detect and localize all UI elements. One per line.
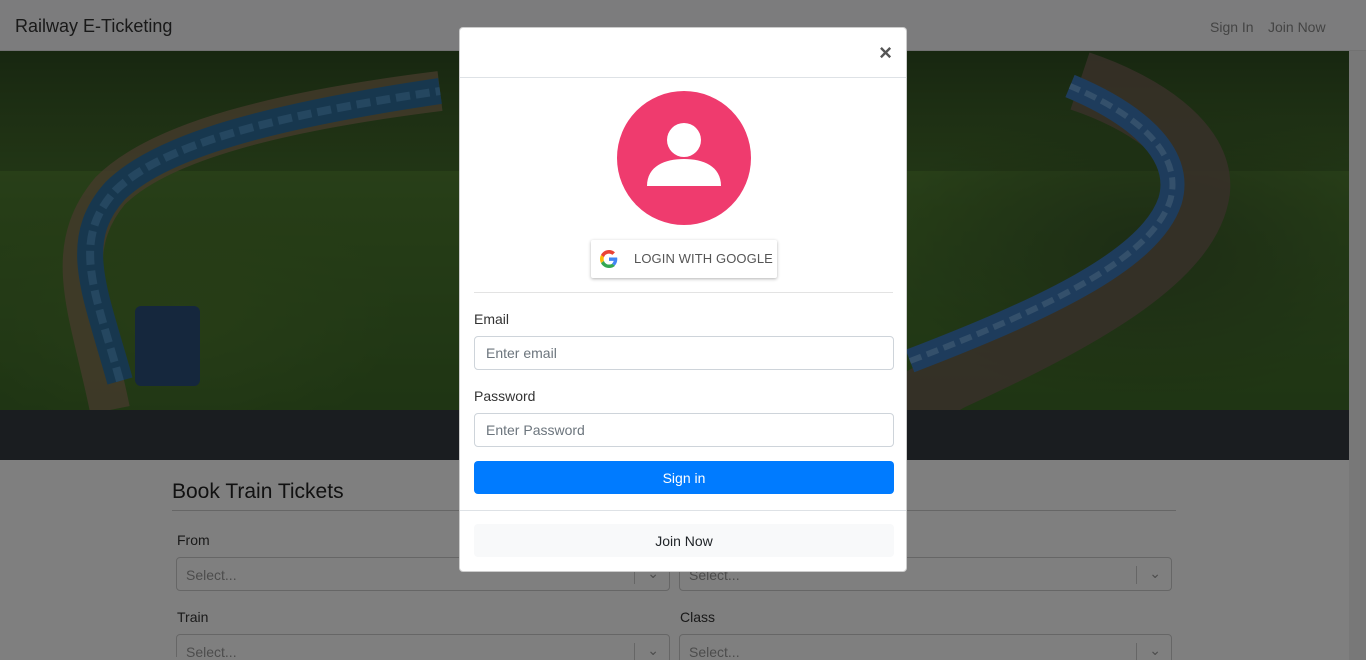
join-now-button[interactable]: Join Now [474, 524, 894, 557]
modal-divider [474, 292, 893, 293]
email-field[interactable] [474, 336, 894, 370]
google-login-label: LOGIN WITH GOOGLE [634, 251, 773, 266]
google-login-button[interactable]: LOGIN WITH GOOGLE [591, 240, 777, 278]
modal-footer-divider [460, 510, 906, 511]
user-icon [647, 123, 721, 186]
close-icon[interactable]: × [879, 42, 892, 64]
google-icon [600, 250, 618, 268]
avatar [617, 91, 751, 225]
signin-button[interactable]: Sign in [474, 461, 894, 494]
password-label: Password [474, 388, 536, 404]
login-modal: × LOGIN WITH GOOGLE Email Password Sign … [459, 27, 907, 572]
email-label: Email [474, 311, 510, 327]
modal-header: × [460, 28, 906, 78]
password-field[interactable] [474, 413, 894, 447]
